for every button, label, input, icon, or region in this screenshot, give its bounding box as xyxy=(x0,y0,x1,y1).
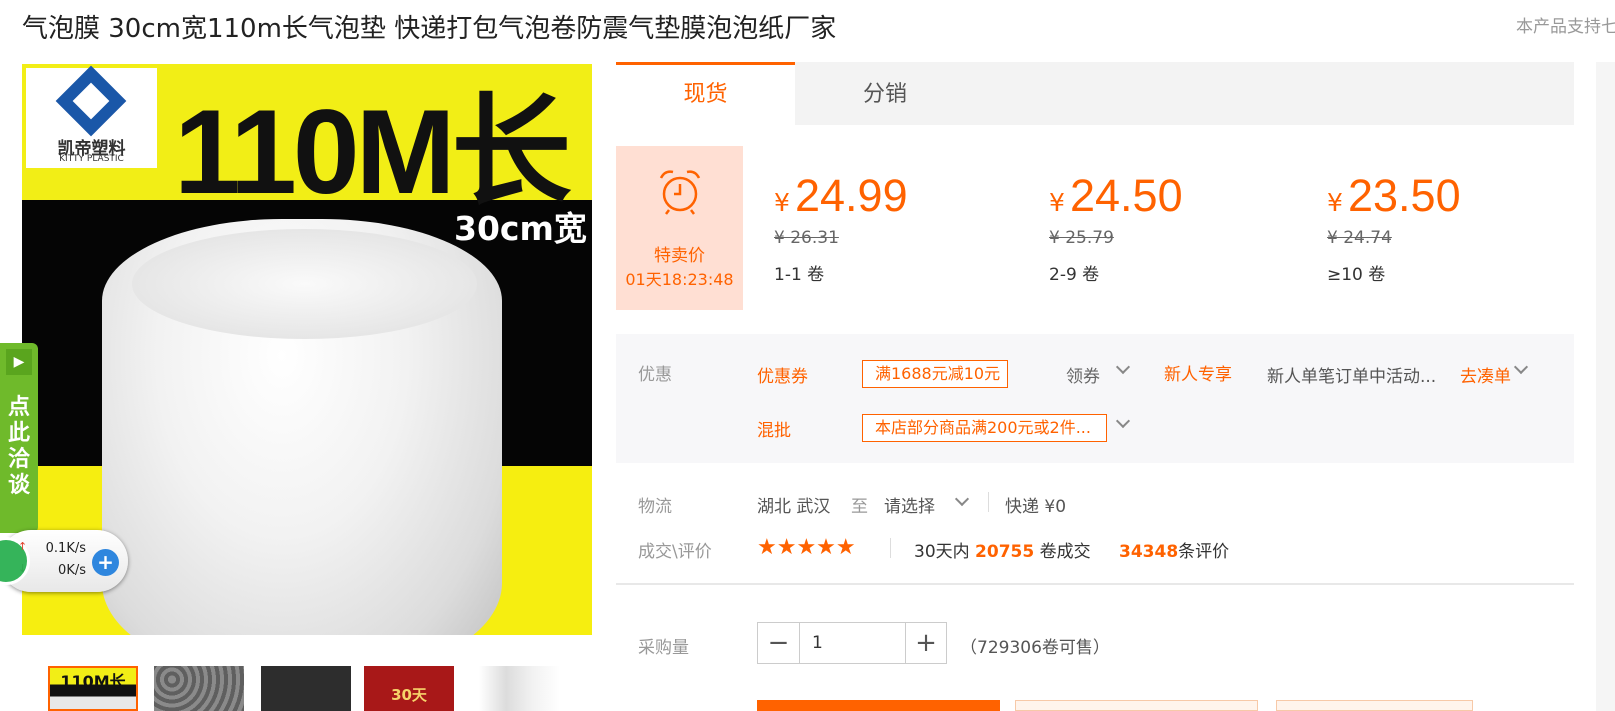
sale-label: 特卖价 xyxy=(654,246,705,266)
quantity-stepper: − + xyxy=(757,622,947,664)
coupon-label: 优惠券 xyxy=(757,367,808,387)
plus-icon[interactable]: + xyxy=(92,549,119,576)
stock-available: （729306卷可售） xyxy=(960,638,1110,658)
purchase-qty-label: 采购量 xyxy=(638,638,689,658)
download-arrow-icon: ↓ xyxy=(18,562,28,575)
tab-distribution[interactable]: 分销 xyxy=(795,62,975,125)
sale-badge: 特卖价 01天18:23:48 xyxy=(616,146,743,310)
claim-coupon-link[interactable]: 领券 xyxy=(1066,362,1100,387)
section-divider xyxy=(616,583,1574,585)
buy-now-button[interactable] xyxy=(757,700,1000,711)
sale-mode-tabs: 现货 分销 xyxy=(616,62,1574,125)
divider-vertical xyxy=(890,538,891,558)
price-original: ¥ 26.31 xyxy=(774,228,839,248)
sale-countdown: 01天18:23:48 xyxy=(625,270,734,289)
price-value: 23.50 xyxy=(1348,170,1461,221)
price-tier-3: ¥ 23.50 ¥ 24.74 ≥10 卷 xyxy=(1327,170,1587,285)
shipping-fee: 快递 ¥0 xyxy=(1005,497,1067,517)
thumbnail-text: 30天 xyxy=(391,686,427,704)
to-label: 至 xyxy=(851,497,868,517)
currency-symbol: ¥ xyxy=(1327,188,1343,217)
deal-count: 20755 xyxy=(975,542,1035,562)
brand-logo: 凯帝塑料 KITTY PLASTIC xyxy=(26,65,157,168)
qty-plus-button[interactable]: + xyxy=(905,623,946,663)
right-edge-bar xyxy=(1596,62,1615,711)
mix-batch-label: 混批 xyxy=(757,421,791,441)
destination-select[interactable]: 请选择 xyxy=(884,492,935,517)
newuser-label: 新人专享 xyxy=(1164,365,1232,385)
download-speed: 0K/s xyxy=(58,563,86,578)
add-to-cart-button[interactable] xyxy=(1015,700,1258,711)
thumbnail-5[interactable] xyxy=(470,666,560,711)
qty-minus-button[interactable]: − xyxy=(758,623,800,663)
price-original: ¥ 25.79 xyxy=(1049,228,1114,248)
price-tier-1: ¥ 24.99 ¥ 26.31 1-1 卷 xyxy=(774,170,1034,285)
quantity-range: ≥10 卷 xyxy=(1327,265,1386,285)
alarm-clock-icon xyxy=(659,170,701,215)
tab-spot[interactable]: 现货 xyxy=(616,62,795,125)
chevron-down-icon[interactable] xyxy=(954,491,970,507)
product-title: 气泡膜 30cm宽110m长气泡垫 快递打包气泡卷防震气垫膜泡泡纸厂家 xyxy=(22,14,837,44)
price-now: ¥ 24.50 xyxy=(1049,170,1309,222)
price-value: 24.50 xyxy=(1070,170,1183,221)
currency-symbol: ¥ xyxy=(774,188,790,217)
chevron-down-icon[interactable] xyxy=(1115,359,1131,375)
deal-stats: 30天内 20755 卷成交 xyxy=(914,537,1091,562)
quantity-range: 2-9 卷 xyxy=(1049,265,1100,285)
chevron-down-icon[interactable] xyxy=(1513,359,1529,375)
mix-batch-tag[interactable]: 本店部分商品满200元或2件... xyxy=(862,414,1107,442)
review-count: 34348 xyxy=(1119,542,1179,562)
brand-logo-en: KITTY PLASTIC xyxy=(59,154,124,164)
secondary-action-button[interactable] xyxy=(1276,700,1473,711)
network-speed-widget[interactable]: ↑ 0.1K/s ↓ 0K/s + xyxy=(0,530,128,592)
thumbnail-1[interactable]: 110M长 xyxy=(48,666,138,711)
thumbnail-text: 110M长 xyxy=(60,672,126,691)
review-stats[interactable]: 34348条评价 xyxy=(1119,537,1229,562)
price-now: ¥ 24.99 xyxy=(774,170,1034,222)
newuser-description: 新人单笔订单中活动... xyxy=(1267,367,1437,387)
rating-stars-icon: ★★★★★ xyxy=(757,535,856,560)
deal-unit: 卷成交 xyxy=(1039,542,1091,562)
price-original: ¥ 24.74 xyxy=(1327,228,1392,248)
thumbnail-3[interactable] xyxy=(261,666,351,711)
upload-arrow-icon: ↑ xyxy=(18,540,28,553)
brand-logo-mark xyxy=(55,65,127,137)
price-value: 24.99 xyxy=(795,170,908,221)
deal-period: 30天内 xyxy=(914,542,970,562)
promo-label: 优惠 xyxy=(638,365,672,385)
chat-widget[interactable]: ▶ 点此洽谈 xyxy=(0,343,38,533)
chat-label[interactable]: 点此洽谈 xyxy=(5,395,33,499)
origin-location: 湖北 武汉 xyxy=(757,497,831,517)
currency-symbol: ¥ xyxy=(1049,188,1065,217)
thumbnail-4[interactable]: 30天 xyxy=(364,666,454,711)
image-width-text: 30cm宽 xyxy=(454,209,587,248)
logistics-label: 物流 xyxy=(638,497,672,517)
makeup-order-link[interactable]: 去凑单 xyxy=(1460,362,1511,387)
support-notice: 本产品支持七 xyxy=(1516,17,1615,37)
play-arrow-icon[interactable]: ▶ xyxy=(6,349,32,375)
qty-input[interactable] xyxy=(800,623,905,663)
quantity-range: 1-1 卷 xyxy=(774,265,825,285)
reviews-label: 成交\评价 xyxy=(638,542,712,562)
coupon-tag[interactable]: 满1688元减10元 xyxy=(862,360,1008,388)
bubble-roll-top xyxy=(132,229,477,339)
review-unit: 条评价 xyxy=(1178,542,1230,562)
price-now: ¥ 23.50 xyxy=(1327,170,1587,222)
chevron-down-icon[interactable] xyxy=(1115,413,1131,429)
divider-vertical xyxy=(988,492,989,512)
price-tier-2: ¥ 24.50 ¥ 25.79 2-9 卷 xyxy=(1049,170,1309,285)
promotions-panel: 优惠 优惠券 满1688元减10元 领券 新人专享 新人单笔订单中活动... 去… xyxy=(616,334,1574,463)
upload-speed: 0.1K/s xyxy=(45,541,86,556)
thumbnail-2[interactable] xyxy=(154,666,244,711)
